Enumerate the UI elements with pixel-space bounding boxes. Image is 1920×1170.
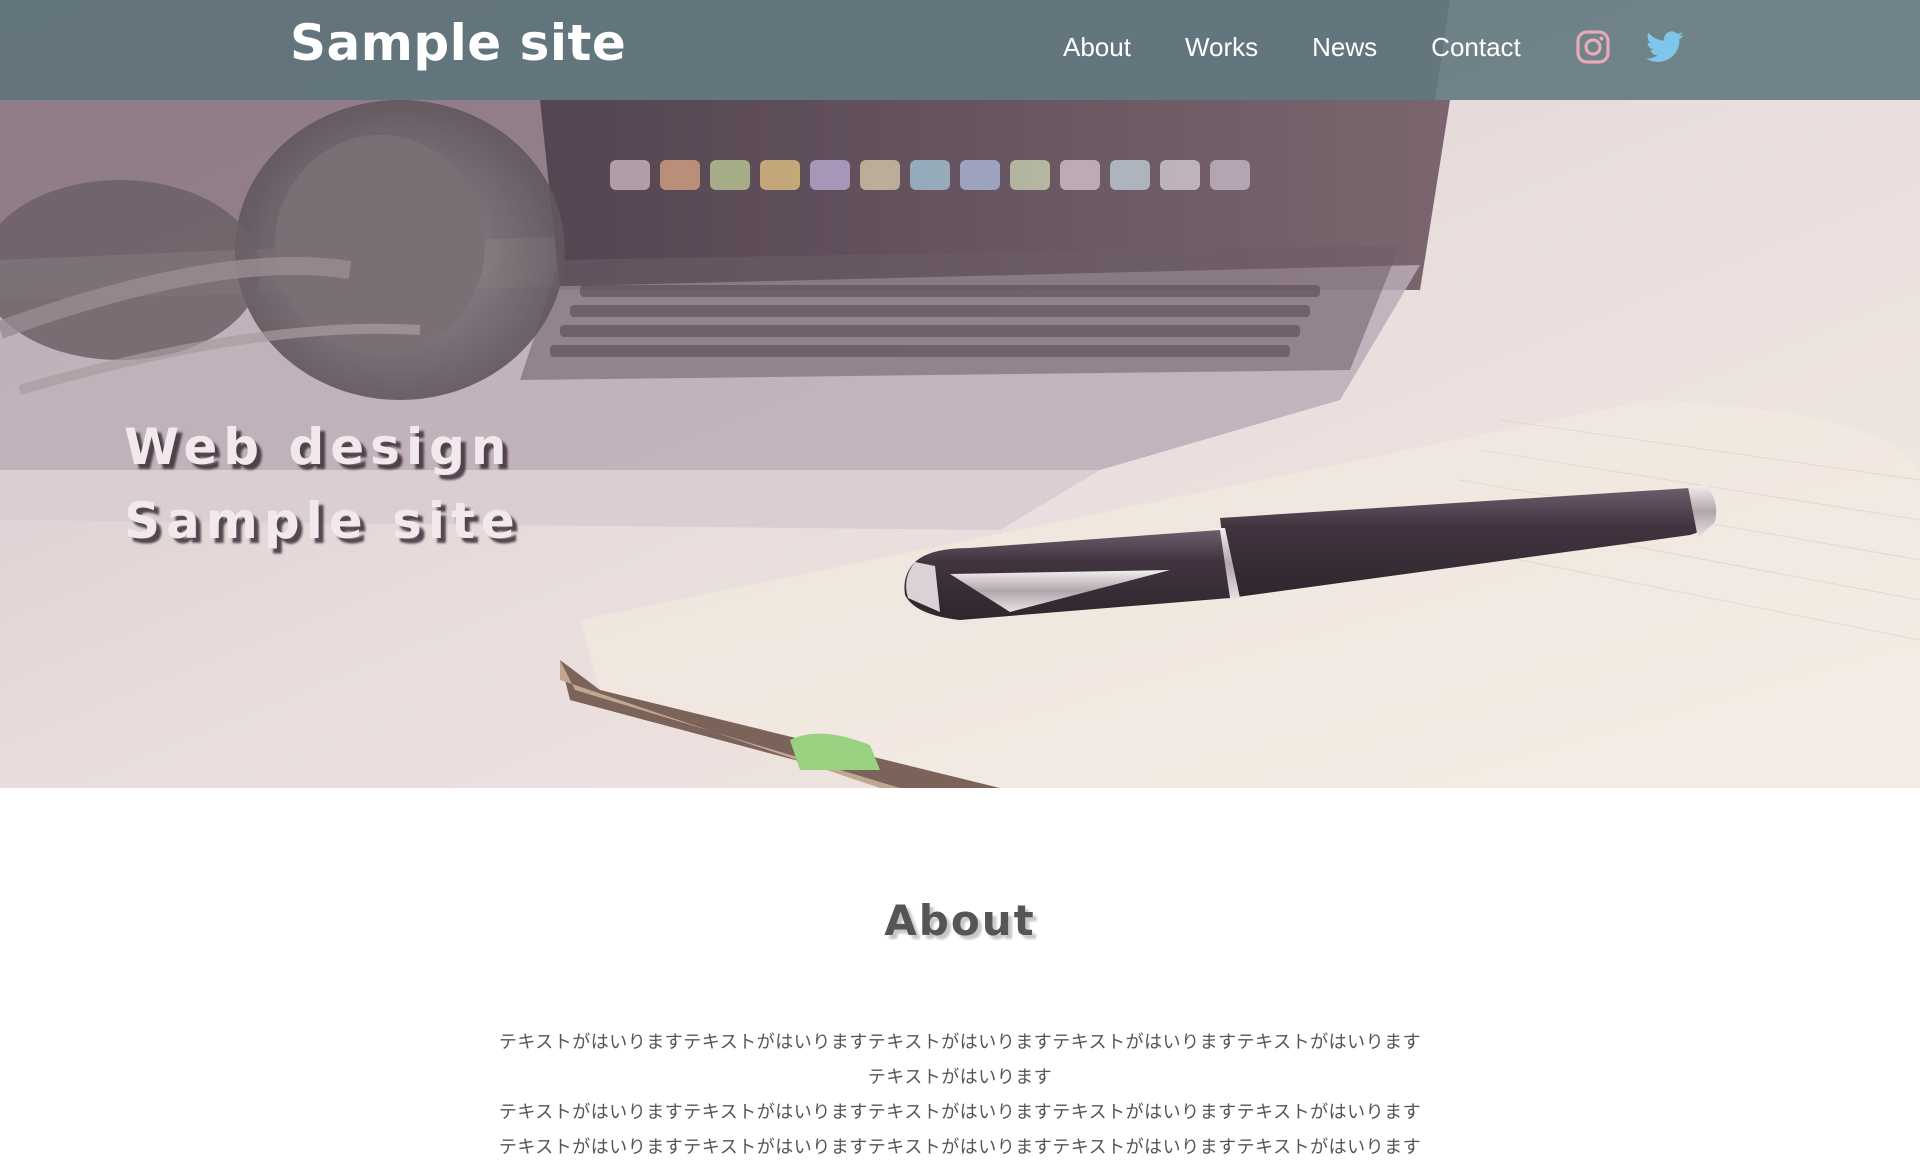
nav-link-about[interactable]: About xyxy=(1063,32,1131,63)
about-text: テキストがはいりますテキストがはいりますテキストがはいりますテキストがはいります… xyxy=(400,1025,1520,1165)
hero-section: Web design Sample site xyxy=(0,0,1920,788)
site-header: Sample site About Works News Contact xyxy=(0,0,1920,100)
hero-photo xyxy=(0,0,1920,788)
about-paragraph: テキストがはいりますテキストがはいりますテキストがはいりますテキストがはいります… xyxy=(498,1032,1422,1053)
main-nav: About Works News Contact xyxy=(1063,32,1563,63)
about-paragraph: テキストがはいりますテキストがはいりますテキストがはいりますテキストがはいります… xyxy=(498,1137,1422,1158)
nav-link-works[interactable]: Works xyxy=(1185,32,1258,63)
hero-title-line-2: Sample site xyxy=(124,492,521,550)
nav-link-contact[interactable]: Contact xyxy=(1431,32,1521,63)
social-links xyxy=(1576,30,1684,64)
twitter-icon[interactable] xyxy=(1646,31,1684,63)
about-heading: About xyxy=(884,896,1036,945)
about-paragraph: テキストがはいりますテキストがはいりますテキストがはいりますテキストがはいります… xyxy=(498,1102,1422,1123)
hero-title: Web design Sample site xyxy=(124,410,521,558)
nav-link-news[interactable]: News xyxy=(1312,32,1377,63)
about-paragraph: テキストがはいります xyxy=(867,1067,1053,1088)
instagram-icon[interactable] xyxy=(1576,30,1610,64)
site-logo-title[interactable]: Sample site xyxy=(290,14,626,72)
hero-title-line-1: Web design xyxy=(124,418,513,476)
